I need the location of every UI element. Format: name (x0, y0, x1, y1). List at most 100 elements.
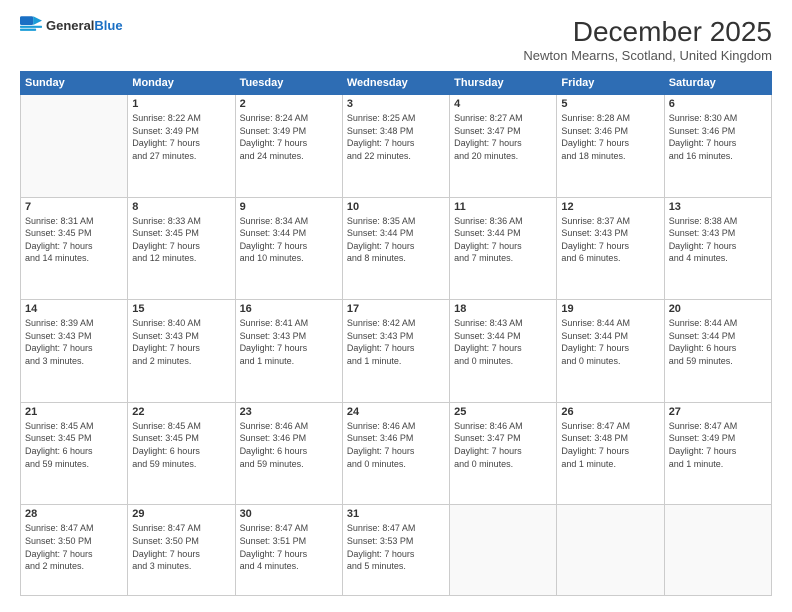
day-info: Sunrise: 8:38 AMSunset: 3:43 PMDaylight:… (669, 215, 767, 265)
table-row: 24 Sunrise: 8:46 AMSunset: 3:46 PMDayligh… (342, 402, 449, 505)
day-info: Sunrise: 8:28 AMSunset: 3:46 PMDaylight:… (561, 112, 659, 162)
calendar-table: Sunday Monday Tuesday Wednesday Thursday… (20, 71, 772, 596)
table-row: 12Sunrise: 8:37 AMSunset: 3:43 PMDayligh… (557, 197, 664, 300)
day-number: 5 (561, 98, 659, 110)
day-info: Sunrise: 8:24 AMSunset: 3:49 PMDaylight:… (240, 112, 338, 162)
day-number: 27 (669, 406, 767, 418)
day-info: Sunrise: 8:35 AMSunset: 3:44 PMDaylight:… (347, 215, 445, 265)
calendar-header-row: Sunday Monday Tuesday Wednesday Thursday… (21, 72, 772, 95)
day-info: Sunrise: 8:27 AMSunset: 3:47 PMDaylight:… (454, 112, 552, 162)
table-row: 30 Sunrise: 8:47 AMSunset: 3:51 PMDayligh… (235, 505, 342, 596)
col-wednesday: Wednesday (342, 72, 449, 95)
table-row: 19 Sunrise: 8:44 AMSunset: 3:44 PMDayligh… (557, 300, 664, 403)
day-number: 14 (25, 303, 123, 315)
day-info: Sunrise: 8:43 AMSunset: 3:44 PMDaylight:… (454, 317, 552, 367)
day-info: Sunrise: 8:44 AMSunset: 3:44 PMDaylight:… (561, 317, 659, 367)
day-number: 19 (561, 303, 659, 315)
table-row: 21 Sunrise: 8:45 AMSunset: 3:45 PMDayligh… (21, 402, 128, 505)
day-info: Sunrise: 8:47 AMSunset: 3:50 PMDaylight:… (132, 522, 230, 572)
table-row: 25 Sunrise: 8:46 AMSunset: 3:47 PMDayligh… (450, 402, 557, 505)
table-row: 23 Sunrise: 8:46 AMSunset: 3:46 PMDayligh… (235, 402, 342, 505)
day-info: Sunrise: 8:33 AMSunset: 3:45 PMDaylight:… (132, 215, 230, 265)
day-info: Sunrise: 8:41 AMSunset: 3:43 PMDaylight:… (240, 317, 338, 367)
day-info: Sunrise: 8:40 AMSunset: 3:43 PMDaylight:… (132, 317, 230, 367)
logo-text: GeneralBlue (46, 18, 123, 33)
table-row: 18 Sunrise: 8:43 AMSunset: 3:44 PMDayligh… (450, 300, 557, 403)
table-row: 6 Sunrise: 8:30 AMSunset: 3:46 PMDaylight… (664, 95, 771, 198)
title-block: December 2025 Newton Mearns, Scotland, U… (523, 16, 772, 63)
table-row: 9 Sunrise: 8:34 AMSunset: 3:44 PMDaylight… (235, 197, 342, 300)
table-row (450, 505, 557, 596)
day-number: 25 (454, 406, 552, 418)
day-number: 22 (132, 406, 230, 418)
header: GeneralBlue December 2025 Newton Mearns,… (20, 16, 772, 63)
day-number: 7 (25, 201, 123, 213)
table-row: 1 Sunrise: 8:22 AMSunset: 3:49 PMDaylight… (128, 95, 235, 198)
day-number: 12 (561, 201, 659, 213)
table-row: 5 Sunrise: 8:28 AMSunset: 3:46 PMDaylight… (557, 95, 664, 198)
day-number: 28 (25, 508, 123, 520)
day-info: Sunrise: 8:46 AMSunset: 3:46 PMDaylight:… (347, 420, 445, 470)
day-info: Sunrise: 8:34 AMSunset: 3:44 PMDaylight:… (240, 215, 338, 265)
table-row: 29Sunrise: 8:47 AMSunset: 3:50 PMDayligh… (128, 505, 235, 596)
table-row: 16Sunrise: 8:41 AMSunset: 3:43 PMDayligh… (235, 300, 342, 403)
day-number: 23 (240, 406, 338, 418)
table-row (664, 505, 771, 596)
table-row: 2Sunrise: 8:24 AMSunset: 3:49 PMDaylight… (235, 95, 342, 198)
table-row: 20Sunrise: 8:44 AMSunset: 3:44 PMDayligh… (664, 300, 771, 403)
table-row: 13Sunrise: 8:38 AMSunset: 3:43 PMDayligh… (664, 197, 771, 300)
col-saturday: Saturday (664, 72, 771, 95)
table-row: 7 Sunrise: 8:31 AMSunset: 3:45 PMDaylight… (21, 197, 128, 300)
day-number: 9 (240, 201, 338, 213)
day-info: Sunrise: 8:47 AMSunset: 3:51 PMDaylight:… (240, 522, 338, 572)
day-info: Sunrise: 8:31 AMSunset: 3:45 PMDaylight:… (25, 215, 123, 265)
col-thursday: Thursday (450, 72, 557, 95)
day-number: 24 (347, 406, 445, 418)
logo-icon (20, 16, 42, 34)
day-info: Sunrise: 8:39 AMSunset: 3:43 PMDaylight:… (25, 317, 123, 367)
col-tuesday: Tuesday (235, 72, 342, 95)
location: Newton Mearns, Scotland, United Kingdom (523, 48, 772, 63)
day-number: 8 (132, 201, 230, 213)
day-info: Sunrise: 8:45 AMSunset: 3:45 PMDaylight:… (132, 420, 230, 470)
day-number: 21 (25, 406, 123, 418)
col-sunday: Sunday (21, 72, 128, 95)
table-row: 31 Sunrise: 8:47 AMSunset: 3:53 PMDayligh… (342, 505, 449, 596)
day-info: Sunrise: 8:46 AMSunset: 3:46 PMDaylight:… (240, 420, 338, 470)
col-friday: Friday (557, 72, 664, 95)
table-row: 8 Sunrise: 8:33 AMSunset: 3:45 PMDaylight… (128, 197, 235, 300)
table-row: 3Sunrise: 8:25 AMSunset: 3:48 PMDaylight… (342, 95, 449, 198)
table-row (21, 95, 128, 198)
day-number: 30 (240, 508, 338, 520)
table-row: 4 Sunrise: 8:27 AMSunset: 3:47 PMDaylight… (450, 95, 557, 198)
day-info: Sunrise: 8:44 AMSunset: 3:44 PMDaylight:… (669, 317, 767, 367)
day-info: Sunrise: 8:30 AMSunset: 3:46 PMDaylight:… (669, 112, 767, 162)
day-number: 26 (561, 406, 659, 418)
day-info: Sunrise: 8:36 AMSunset: 3:44 PMDaylight:… (454, 215, 552, 265)
logo: GeneralBlue (20, 16, 123, 34)
table-row: 28Sunrise: 8:47 AMSunset: 3:50 PMDayligh… (21, 505, 128, 596)
day-number: 6 (669, 98, 767, 110)
day-number: 31 (347, 508, 445, 520)
day-number: 1 (132, 98, 230, 110)
day-info: Sunrise: 8:46 AMSunset: 3:47 PMDaylight:… (454, 420, 552, 470)
day-number: 18 (454, 303, 552, 315)
day-info: Sunrise: 8:22 AMSunset: 3:49 PMDaylight:… (132, 112, 230, 162)
day-info: Sunrise: 8:47 AMSunset: 3:49 PMDaylight:… (669, 420, 767, 470)
table-row: 26 Sunrise: 8:47 AMSunset: 3:48 PMDayligh… (557, 402, 664, 505)
day-info: Sunrise: 8:47 AMSunset: 3:53 PMDaylight:… (347, 522, 445, 572)
day-number: 11 (454, 201, 552, 213)
table-row (557, 505, 664, 596)
day-info: Sunrise: 8:45 AMSunset: 3:45 PMDaylight:… (25, 420, 123, 470)
day-number: 4 (454, 98, 552, 110)
month-title: December 2025 (523, 16, 772, 48)
col-monday: Monday (128, 72, 235, 95)
day-number: 15 (132, 303, 230, 315)
table-row: 17Sunrise: 8:42 AMSunset: 3:43 PMDayligh… (342, 300, 449, 403)
page: GeneralBlue December 2025 Newton Mearns,… (0, 0, 792, 612)
day-info: Sunrise: 8:47 AMSunset: 3:48 PMDaylight:… (561, 420, 659, 470)
table-row: 10Sunrise: 8:35 AMSunset: 3:44 PMDayligh… (342, 197, 449, 300)
day-info: Sunrise: 8:42 AMSunset: 3:43 PMDaylight:… (347, 317, 445, 367)
day-info: Sunrise: 8:25 AMSunset: 3:48 PMDaylight:… (347, 112, 445, 162)
table-row: 22 Sunrise: 8:45 AMSunset: 3:45 PMDayligh… (128, 402, 235, 505)
